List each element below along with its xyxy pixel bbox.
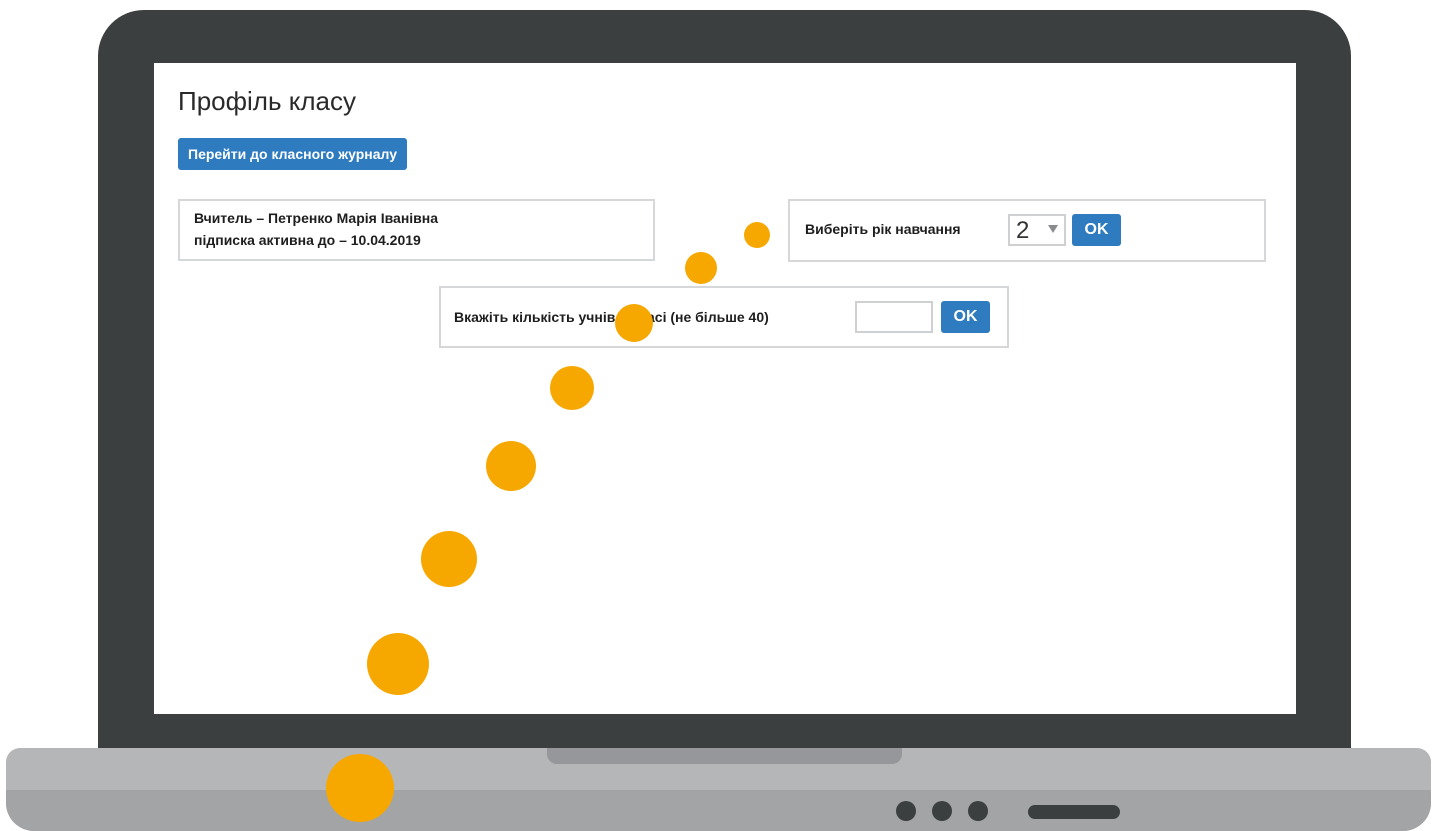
go-to-class-journal-button[interactable]: Перейти до класного журналу <box>178 138 408 170</box>
study-year-label: Виберіть рік навчання <box>805 221 961 237</box>
teacher-name-text: Вчитель – Петренко Марія Іванівна <box>194 210 439 226</box>
teacher-info-panel: Вчитель – Петренко Марія Іванівна підпис… <box>178 199 655 261</box>
student-count-ok-button[interactable]: OK <box>941 301 990 333</box>
page-title: Профіль класу <box>178 86 357 116</box>
chevron-down-icon <box>1048 225 1058 233</box>
decorative-dot <box>744 222 770 248</box>
study-year-panel: Виберіть рік навчання 2 OK <box>788 199 1266 262</box>
subscription-status-text: підписка активна до – 10.04.2019 <box>194 232 421 248</box>
decorative-dot <box>486 441 536 491</box>
student-count-input[interactable] <box>855 301 933 333</box>
decorative-dot <box>550 366 594 410</box>
decorative-dot <box>615 304 653 342</box>
laptop-port-dot <box>932 801 952 821</box>
student-count-panel: Вкажіть кількість учнів у класі (не біль… <box>439 286 1009 348</box>
student-count-label: Вкажіть кількість учнів у класі (не біль… <box>454 309 769 325</box>
laptop-hinge-notch <box>547 748 902 764</box>
decorative-dot <box>367 633 429 695</box>
laptop-port-slot <box>1028 805 1120 819</box>
decorative-dot <box>685 252 717 284</box>
study-year-ok-button[interactable]: OK <box>1072 214 1121 246</box>
laptop-port-dot <box>896 801 916 821</box>
laptop-base-lower <box>6 790 1431 831</box>
study-year-select[interactable]: 2 <box>1008 214 1066 246</box>
decorative-dot <box>326 754 394 822</box>
laptop-port-dot <box>968 801 988 821</box>
study-year-select-value: 2 <box>1016 217 1030 244</box>
decorative-dot <box>421 531 477 587</box>
